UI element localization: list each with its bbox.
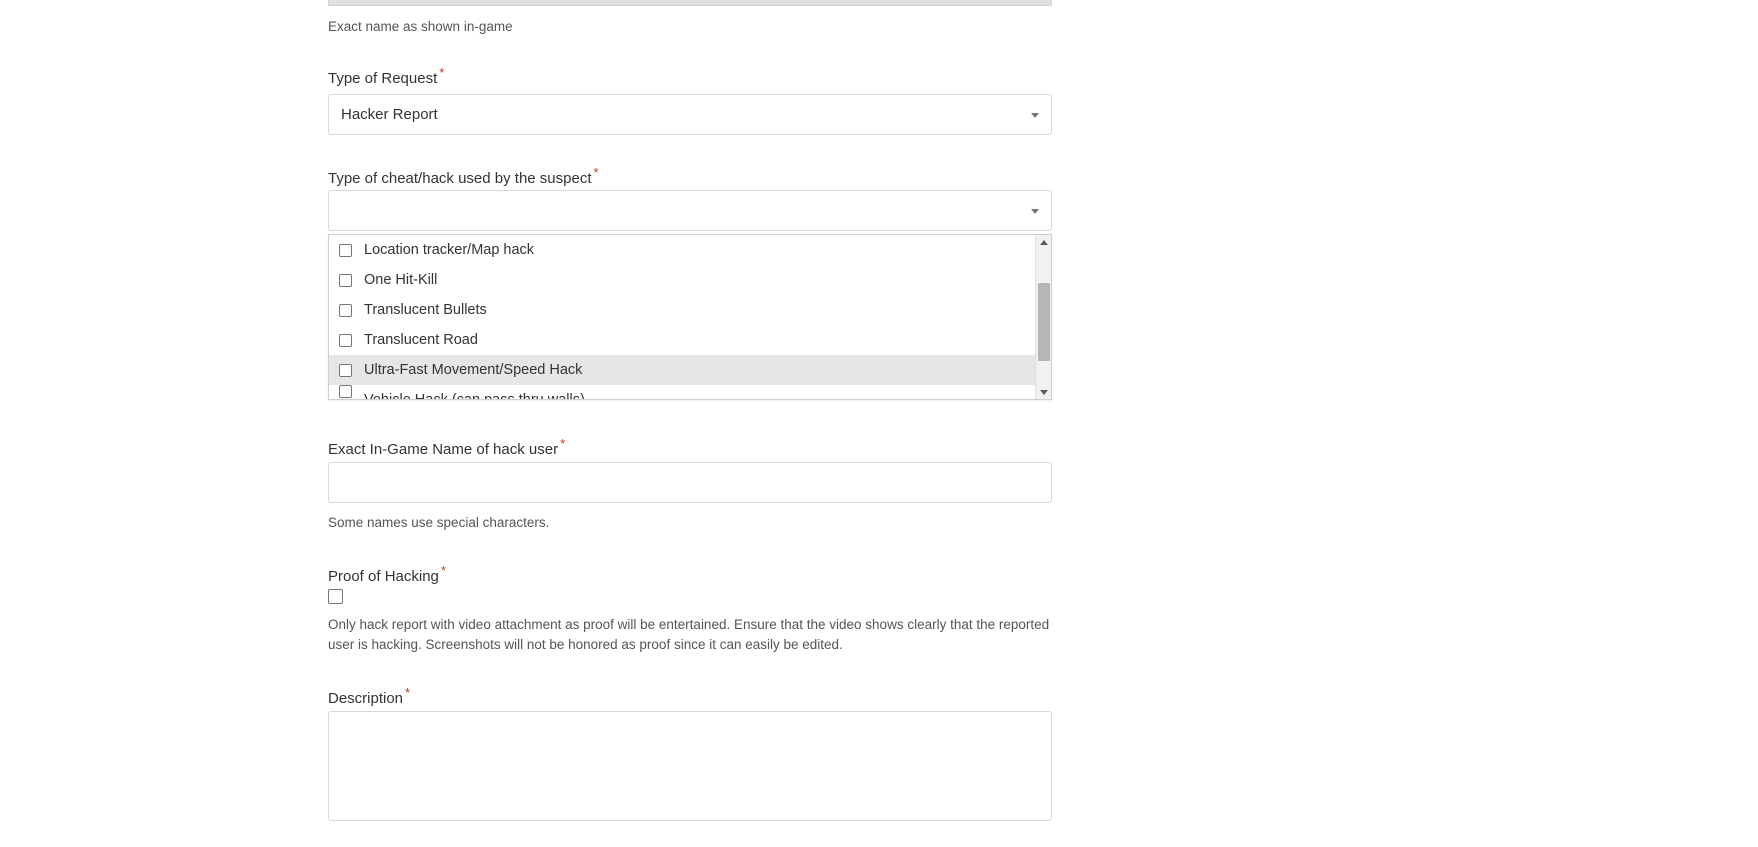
cheat-type-dropdown-panel[interactable]: Location tracker/Map hack One Hit-Kill Tra… bbox=[328, 234, 1052, 400]
checkbox-icon[interactable] bbox=[339, 243, 352, 257]
caret-up-icon[interactable] bbox=[1036, 235, 1051, 249]
dropdown-option[interactable]: Ultra-Fast Movement/Speed Hack bbox=[329, 355, 1051, 385]
ign-help-text: Exact name as shown in-game bbox=[328, 19, 513, 34]
required-asterisk: * bbox=[593, 165, 599, 180]
ign-input-clipped[interactable] bbox=[328, 0, 1052, 6]
form-page: Exact name as shown in-game Type of Requ… bbox=[0, 0, 1758, 847]
hack-user-name-label-text: Exact In-Game Name of hack user bbox=[328, 441, 559, 458]
caret-down-icon[interactable] bbox=[1036, 385, 1051, 399]
proof-of-hacking-help-text: Only hack report with video attachment a… bbox=[328, 617, 1050, 652]
proof-of-hacking-checkbox[interactable] bbox=[328, 589, 343, 604]
dropdown-scrollbar[interactable] bbox=[1035, 235, 1051, 399]
dropdown-option[interactable]: Translucent Bullets bbox=[329, 295, 1051, 325]
type-of-request-label-text: Type of Request bbox=[328, 70, 438, 87]
checkbox-icon[interactable] bbox=[339, 385, 352, 398]
dropdown-option[interactable]: Vehicle Hack (can pass thru walls) bbox=[329, 385, 1051, 400]
dropdown-option-label: Vehicle Hack (can pass thru walls) bbox=[364, 392, 585, 400]
required-asterisk: * bbox=[405, 685, 411, 700]
required-asterisk: * bbox=[439, 65, 445, 80]
chevron-down-icon[interactable] bbox=[1031, 112, 1039, 118]
checkbox-icon[interactable] bbox=[339, 363, 352, 377]
cheat-type-label-text: Type of cheat/hack used by the suspect bbox=[328, 170, 592, 187]
proof-of-hacking-label-text: Proof of Hacking bbox=[328, 568, 439, 585]
type-of-request-label: Type of Request * bbox=[328, 66, 444, 88]
required-asterisk: * bbox=[440, 563, 446, 578]
dropdown-scrollbar-thumb[interactable] bbox=[1038, 283, 1050, 361]
dropdown-option-label: Translucent Road bbox=[364, 332, 478, 348]
checkbox-icon[interactable] bbox=[339, 333, 352, 347]
dropdown-option-label: One Hit-Kill bbox=[364, 272, 438, 288]
type-of-request-select[interactable]: Hacker Report bbox=[328, 94, 1052, 135]
dropdown-option-label: Ultra-Fast Movement/Speed Hack bbox=[364, 362, 583, 378]
dropdown-option[interactable]: Translucent Road bbox=[329, 325, 1051, 355]
cheat-type-option-list[interactable]: Location tracker/Map hack One Hit-Kill Tra… bbox=[329, 235, 1051, 400]
description-label-text: Description bbox=[328, 690, 404, 707]
chevron-down-icon[interactable] bbox=[1031, 208, 1039, 214]
required-asterisk: * bbox=[560, 436, 566, 451]
cheat-type-label: Type of cheat/hack used by the suspect * bbox=[328, 166, 599, 188]
checkbox-icon[interactable] bbox=[339, 303, 352, 317]
type-of-request-value: Hacker Report bbox=[341, 106, 438, 123]
dropdown-option[interactable]: Location tracker/Map hack bbox=[329, 235, 1051, 265]
description-label: Description * bbox=[328, 686, 410, 708]
hack-user-name-help-text: Some names use special characters. bbox=[328, 515, 550, 530]
cheat-type-select[interactable] bbox=[328, 190, 1052, 231]
proof-of-hacking-label: Proof of Hacking * bbox=[328, 564, 446, 586]
dropdown-option[interactable]: One Hit-Kill bbox=[329, 265, 1051, 295]
dropdown-option-label: Location tracker/Map hack bbox=[364, 242, 535, 258]
hack-user-name-label: Exact In-Game Name of hack user * bbox=[328, 437, 565, 459]
checkbox-icon[interactable] bbox=[339, 273, 352, 287]
hack-user-name-input[interactable] bbox=[328, 462, 1052, 503]
dropdown-option-label: Translucent Bullets bbox=[364, 302, 487, 318]
description-textarea[interactable] bbox=[328, 711, 1052, 821]
